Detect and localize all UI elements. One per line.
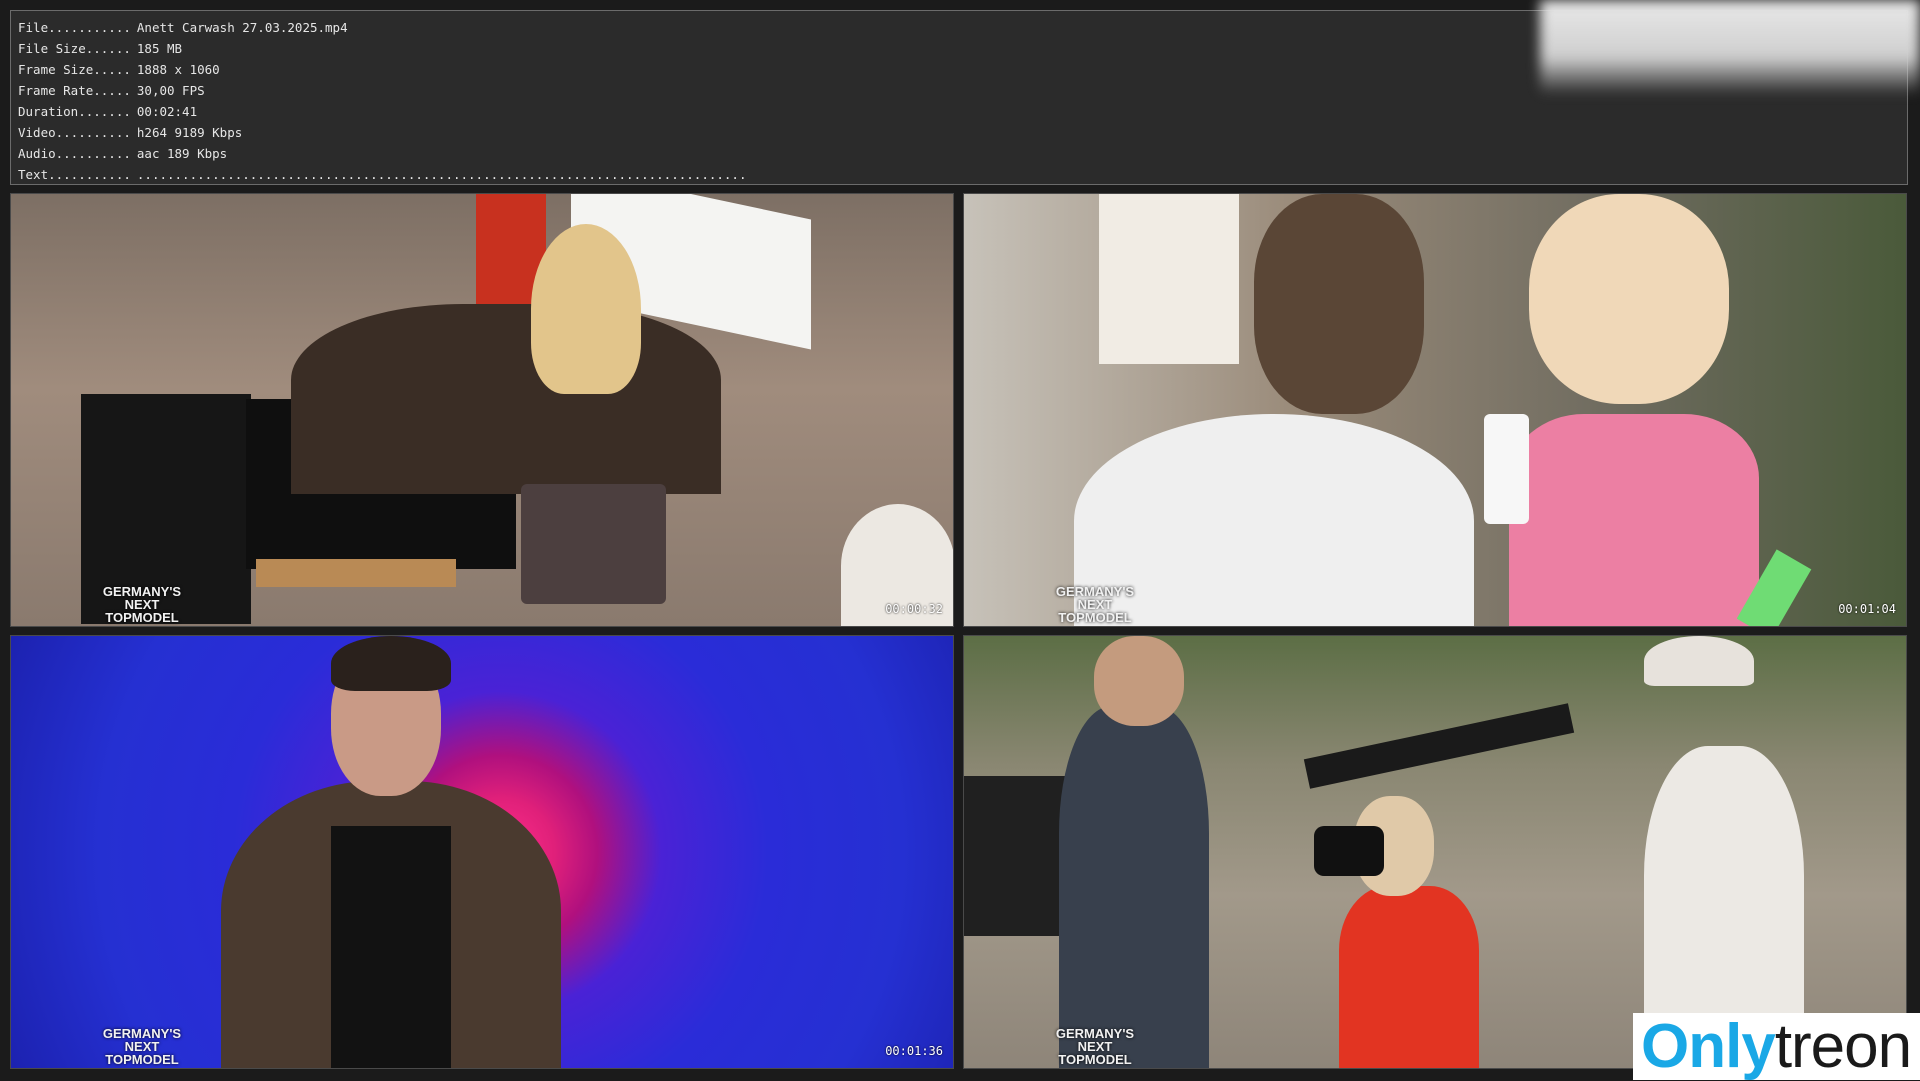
pink-dress — [1509, 414, 1759, 626]
video-thumbnail-1[interactable]: GERMANY'S NEXT TOPMODEL 00:00:32 — [10, 193, 954, 627]
spray-bottle — [1484, 414, 1529, 524]
reflector — [1303, 703, 1575, 789]
video-thumbnail-3[interactable]: GERMANY'S NEXT TOPMODEL 00:01:36 — [10, 635, 954, 1069]
gntm-logo: GERMANY'S NEXT TOPMODEL — [1055, 1026, 1135, 1067]
photographer-sweater — [1059, 706, 1209, 1068]
leather-coat — [291, 304, 721, 494]
gntm-logo: GERMANY'S NEXT TOPMODEL — [1055, 584, 1135, 625]
price-sign — [1099, 194, 1239, 364]
blurred-corner — [1540, 0, 1920, 95]
timecode: 00:01:04 — [1838, 602, 1896, 616]
black-tank — [331, 826, 451, 1068]
gntm-logo: GERMANY'S NEXT TOPMODEL — [102, 584, 182, 625]
video-thumbnail-2[interactable]: GERMANY'S NEXT TOPMODEL 00:01:04 — [963, 193, 1907, 627]
info-row-duration: Duration....... 00:02:41 — [18, 104, 198, 119]
info-row-audio: Audio.......... aac 189 Kbps — [18, 146, 228, 161]
table-props — [256, 559, 456, 587]
woman-curlers — [1529, 194, 1729, 404]
info-row-video: Video.......... h264 9189 Kbps — [18, 125, 243, 140]
photographer-head — [1094, 636, 1184, 726]
timecode: 00:00:32 — [885, 602, 943, 616]
red-jacket — [1339, 886, 1479, 1068]
black-board — [964, 776, 1074, 936]
man-head — [1254, 194, 1424, 414]
curly-hair — [331, 636, 451, 691]
camera — [1314, 826, 1384, 876]
video-thumbnail-4[interactable]: GERMANY'S NEXT TOPMODEL — [963, 635, 1907, 1069]
cap — [1644, 636, 1754, 686]
timecode: 00:01:36 — [885, 1044, 943, 1058]
gntm-logo: GERMANY'S NEXT TOPMODEL — [102, 1026, 182, 1067]
leather-skirt — [521, 484, 666, 604]
onlytreon-watermark: Onlytreon — [1633, 1013, 1920, 1080]
blonde-hair — [531, 224, 641, 394]
info-row-text: Text....................................… — [18, 167, 747, 182]
